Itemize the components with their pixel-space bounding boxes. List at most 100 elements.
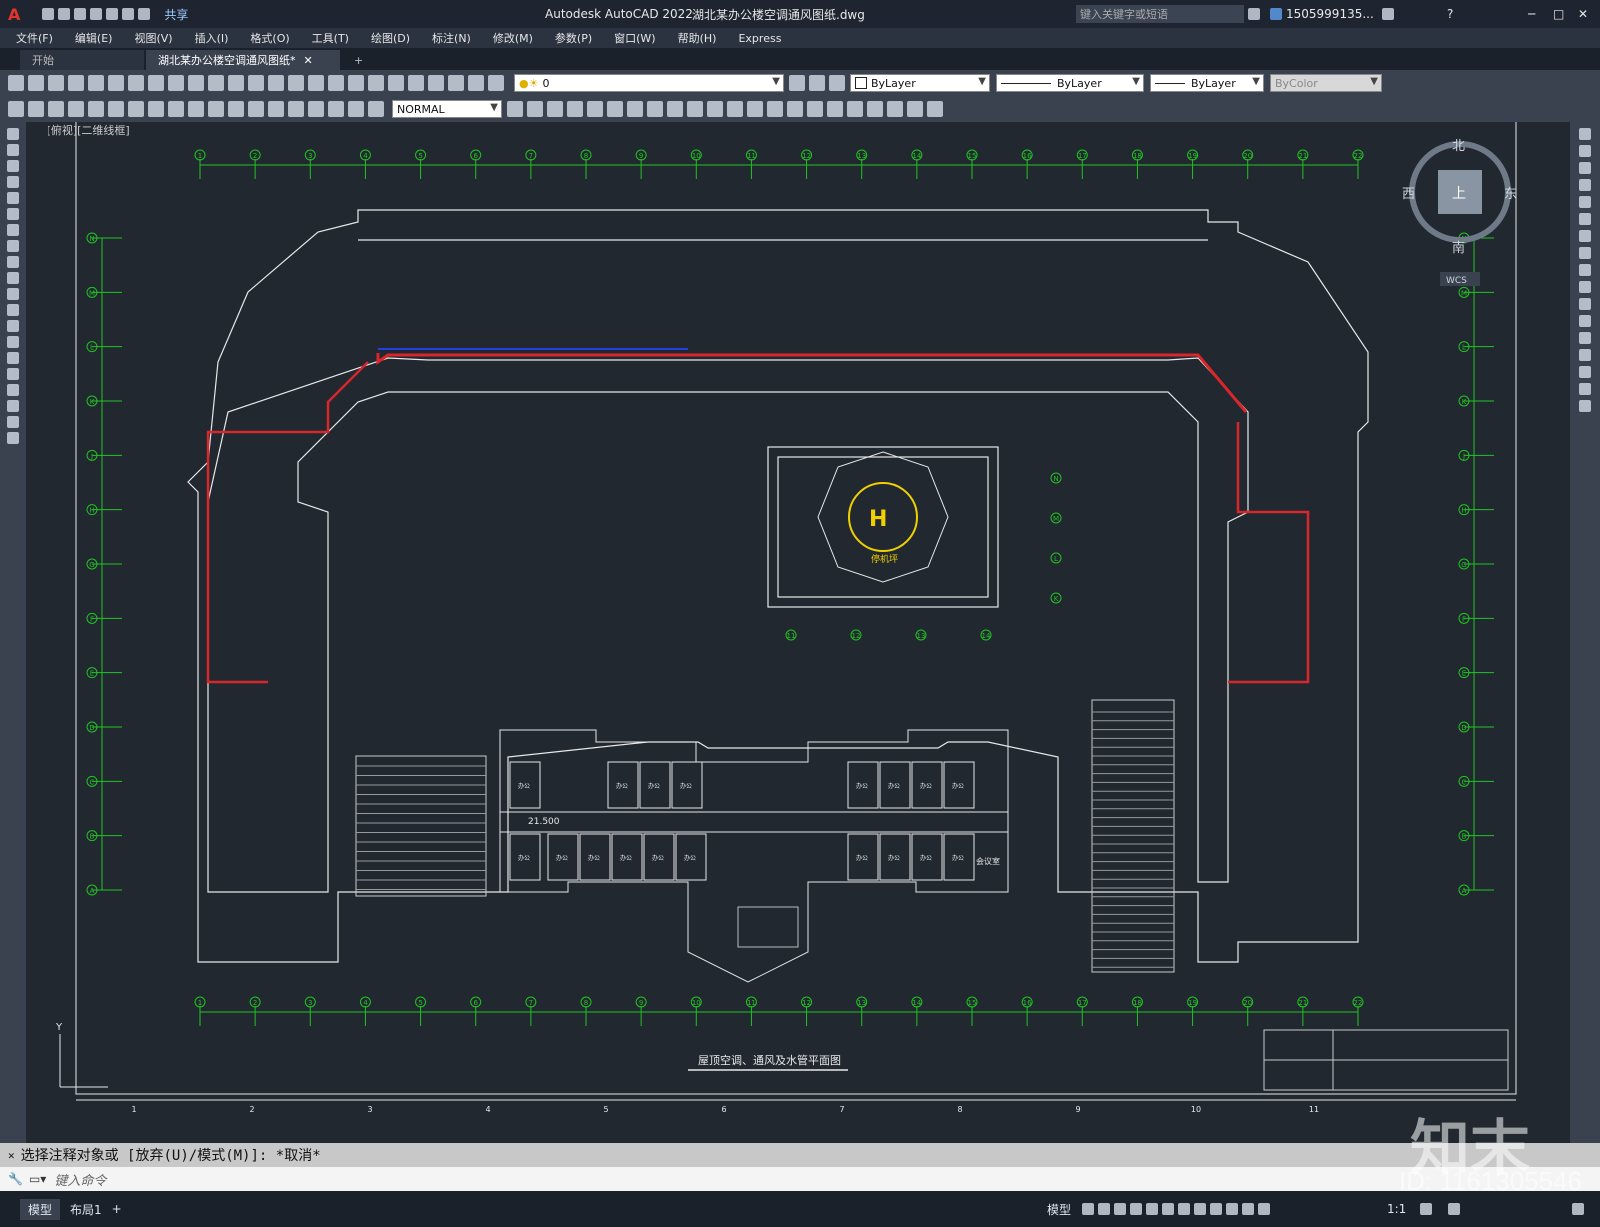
stretch-icon[interactable] <box>667 101 683 117</box>
polygon-icon[interactable] <box>7 176 19 188</box>
ortho-icon[interactable] <box>1114 1203 1126 1215</box>
gear-icon[interactable] <box>1420 1203 1432 1215</box>
circle-icon[interactable] <box>7 224 19 236</box>
array-icon[interactable] <box>587 101 603 117</box>
layer-manager-icon[interactable] <box>488 75 504 91</box>
fillet-icon[interactable] <box>1579 366 1591 378</box>
scale-icon[interactable] <box>647 101 663 117</box>
selection-cycling-icon[interactable] <box>1226 1203 1238 1215</box>
viewcube[interactable]: 北 南 东 西 上 WCS <box>1402 139 1517 286</box>
add-layout-button[interactable]: + <box>112 1202 122 1216</box>
markup-icon[interactable] <box>428 75 444 91</box>
app-menu-button[interactable]: A <box>8 5 20 24</box>
tolerance-icon[interactable] <box>268 101 284 117</box>
save-as-icon[interactable] <box>90 8 103 20</box>
menu-view[interactable]: 视图(V) <box>134 30 172 46</box>
menu-help[interactable]: 帮助(H) <box>678 30 717 46</box>
join-icon[interactable] <box>1579 332 1591 344</box>
mirror-icon[interactable] <box>1579 162 1591 174</box>
lineweight-dropdown[interactable]: ByLayer ▼ <box>1150 74 1264 92</box>
model-space-button[interactable]: 模型 <box>1047 1201 1071 1218</box>
menu-file[interactable]: 文件(F) <box>16 30 53 46</box>
add-selected-icon[interactable] <box>7 432 19 444</box>
rotate-icon[interactable] <box>1579 230 1591 242</box>
extend-icon[interactable] <box>1579 298 1591 310</box>
table-icon[interactable] <box>7 400 19 412</box>
arc-icon[interactable] <box>7 208 19 220</box>
break-icon[interactable] <box>1579 315 1591 327</box>
center-mark-icon[interactable] <box>288 101 304 117</box>
offset-icon[interactable] <box>1579 179 1591 191</box>
polyline-icon[interactable] <box>7 160 19 172</box>
arc-length-icon[interactable] <box>48 101 64 117</box>
insert-block-icon[interactable] <box>7 304 19 316</box>
erase-icon[interactable] <box>1579 128 1591 140</box>
menu-parametric[interactable]: 参数(P) <box>555 30 592 46</box>
zoom-window-icon[interactable] <box>308 75 324 91</box>
grid-icon[interactable] <box>1082 1203 1094 1215</box>
viewcube-top[interactable]: 上 <box>1452 186 1466 202</box>
new-tab-button[interactable]: + <box>342 50 375 70</box>
revcloud-draw-icon[interactable] <box>7 240 19 252</box>
drawing-canvas[interactable]: [-][俯视][二维线框] 12345678910111213141516171… <box>48 122 1568 1143</box>
copy-obj-icon[interactable] <box>527 101 543 117</box>
viewcube-east[interactable]: 东 <box>1504 187 1517 202</box>
ellipse-icon[interactable] <box>7 272 19 284</box>
add-icon[interactable] <box>1448 1203 1460 1215</box>
menu-tools[interactable]: 工具(T) <box>312 30 349 46</box>
jog-line-icon[interactable] <box>328 101 344 117</box>
undo-icon[interactable] <box>122 8 135 20</box>
dim-edit-icon[interactable] <box>348 101 364 117</box>
hatch-draw-icon[interactable] <box>7 352 19 364</box>
block-icon[interactable] <box>208 75 224 91</box>
paste-icon[interactable] <box>168 75 184 91</box>
space-icon[interactable] <box>228 101 244 117</box>
snap-icon[interactable] <box>1098 1203 1110 1215</box>
search-field[interactable]: 键入关键字或短语 <box>1076 5 1244 23</box>
user-name[interactable]: 1505999135... <box>1286 7 1374 21</box>
rotate-icon[interactable] <box>627 101 643 117</box>
hatch-icon[interactable] <box>887 101 903 117</box>
isodraft-icon[interactable] <box>1146 1203 1158 1215</box>
array-icon[interactable] <box>1579 196 1591 208</box>
diameter-icon[interactable] <box>128 101 144 117</box>
menu-window[interactable]: 窗口(W) <box>614 30 655 46</box>
layer-dropdown[interactable]: ●☀ 0 ▼ <box>514 74 784 92</box>
transparency-icon[interactable] <box>1210 1203 1222 1215</box>
point-icon[interactable] <box>7 336 19 348</box>
explode-icon[interactable] <box>807 101 823 117</box>
text-style-dropdown[interactable]: NORMAL ▼ <box>392 100 502 118</box>
copy-icon[interactable] <box>148 75 164 91</box>
annotation-scale[interactable]: 1:1 <box>1387 1202 1406 1216</box>
dim-style-icon[interactable] <box>507 101 523 117</box>
continue-icon[interactable] <box>208 101 224 117</box>
tab-drawing[interactable]: 湖北某办公楼空调通风图纸* ✕ <box>146 50 340 70</box>
menu-edit[interactable]: 编辑(E) <box>75 30 113 46</box>
wipeout-icon[interactable] <box>907 101 923 117</box>
help-icon[interactable] <box>468 75 484 91</box>
cut-icon[interactable] <box>128 75 144 91</box>
properties-icon[interactable] <box>348 75 364 91</box>
customize-icon[interactable] <box>1572 1203 1584 1215</box>
revcloud-icon[interactable] <box>927 101 943 117</box>
mtext-icon[interactable] <box>7 416 19 428</box>
lineweight-icon[interactable] <box>1194 1203 1206 1215</box>
command-line[interactable]: 🔧 ▭▾ 键入命令 <box>0 1167 1600 1191</box>
design-center-icon[interactable] <box>368 75 384 91</box>
publish-icon[interactable] <box>108 75 124 91</box>
minimize-icon[interactable]: ─ <box>1528 7 1535 21</box>
layer-previous-icon[interactable] <box>809 75 825 91</box>
ellipse-arc-icon[interactable] <box>7 288 19 300</box>
new-icon[interactable] <box>42 8 55 20</box>
aligned-dim-icon[interactable] <box>28 101 44 117</box>
viewcube-west[interactable]: 西 <box>1402 187 1415 202</box>
auto-scale-icon[interactable] <box>1258 1203 1270 1215</box>
rectangle-icon[interactable] <box>7 192 19 204</box>
fillet-icon[interactable] <box>787 101 803 117</box>
command-input[interactable]: 键入命令 <box>54 1170 106 1189</box>
baseline-icon[interactable] <box>188 101 204 117</box>
trim-icon[interactable] <box>687 101 703 117</box>
osnap-track-icon[interactable] <box>1162 1203 1174 1215</box>
copy-icon[interactable] <box>1579 145 1591 157</box>
sheet-set-icon[interactable] <box>408 75 424 91</box>
